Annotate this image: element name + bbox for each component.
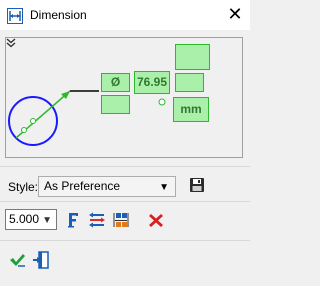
dimension-icon xyxy=(7,8,23,24)
exit-icon[interactable] xyxy=(32,251,50,269)
separator xyxy=(0,166,250,167)
suffix-box[interactable] xyxy=(175,73,204,92)
style-selected-value: As Preference xyxy=(44,179,121,193)
leader-point-lower xyxy=(21,127,27,133)
chevron-down-icon: ▼ xyxy=(159,182,169,193)
tolerance-icon[interactable] xyxy=(88,211,106,229)
dimension-value-box[interactable]: 76.95 xyxy=(134,71,170,94)
dimension-preview: Ø 76.95 mm xyxy=(5,37,243,158)
text-anchor-point xyxy=(158,98,166,106)
precision-dropdown[interactable]: 5.000 ▼ xyxy=(5,209,57,230)
upper-tolerance-box[interactable] xyxy=(175,44,210,70)
unit-box[interactable]: mm xyxy=(173,97,209,122)
separator xyxy=(0,201,250,202)
title-bar: Dimension ✕ xyxy=(0,0,250,30)
delete-icon[interactable] xyxy=(147,211,165,229)
lower-tolerance-box[interactable] xyxy=(101,95,130,114)
style-label: Style: xyxy=(8,180,39,194)
dual-dimension-icon[interactable] xyxy=(112,211,130,229)
ok-check-icon[interactable] xyxy=(8,251,26,269)
prefix-box[interactable]: Ø xyxy=(101,73,130,92)
floppy-disk-icon[interactable] xyxy=(189,177,205,193)
separator xyxy=(0,240,250,241)
precision-value: 5.000 xyxy=(9,212,40,226)
font-icon[interactable] xyxy=(64,211,82,229)
leader-point-upper xyxy=(30,118,36,124)
window-title: Dimension xyxy=(30,8,87,22)
double-chevron-down-icon[interactable] xyxy=(6,38,16,48)
chevron-down-icon: ▼ xyxy=(42,215,52,226)
style-dropdown[interactable]: As Preference ▼ xyxy=(38,176,176,197)
close-button[interactable]: ✕ xyxy=(220,0,250,30)
